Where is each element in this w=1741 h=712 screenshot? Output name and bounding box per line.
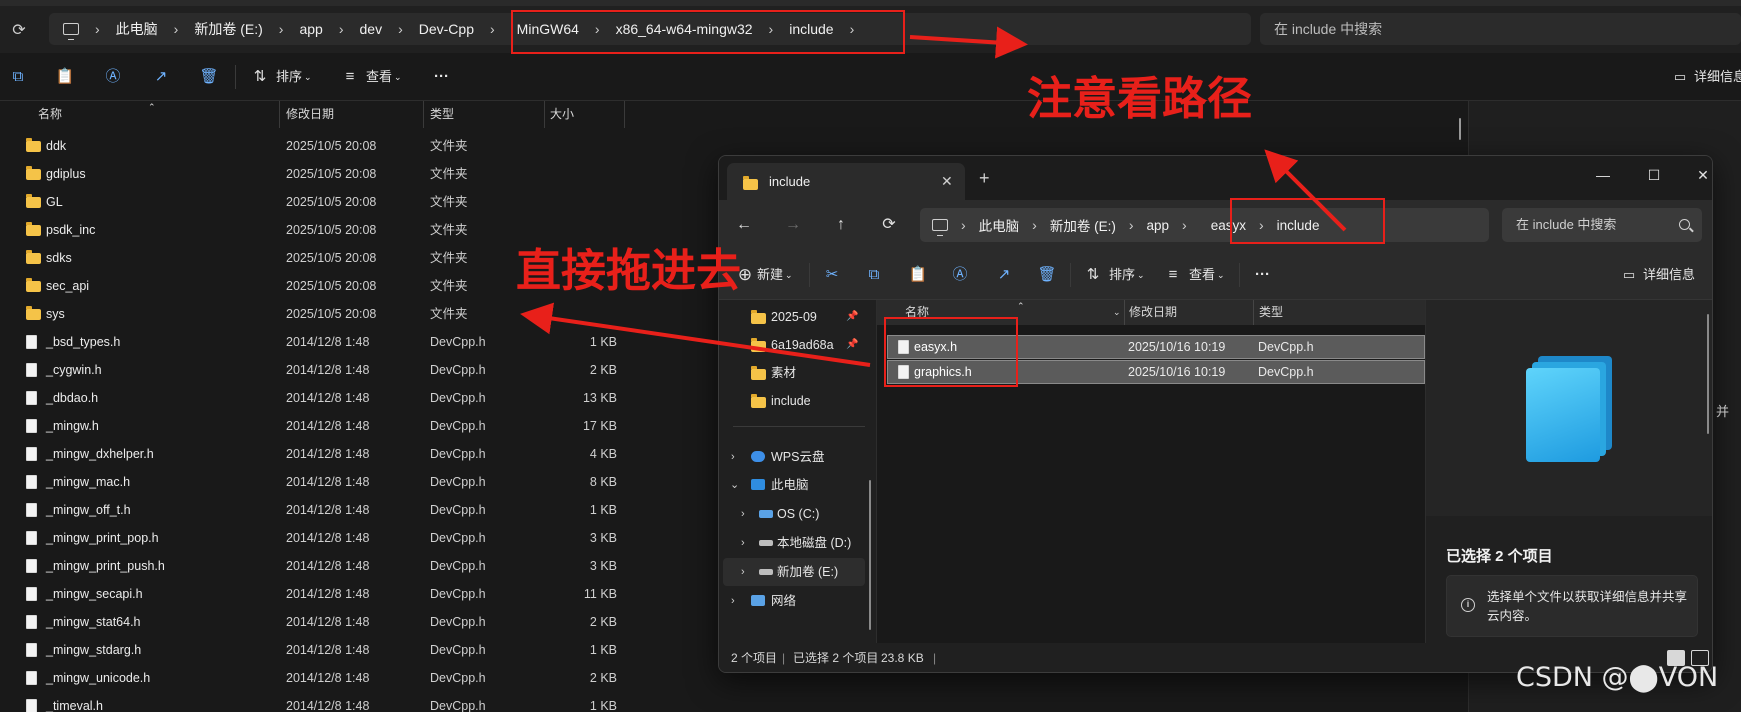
watermark: CSDN @⬤VON (1516, 662, 1719, 693)
arrow-from-new-path (1264, 149, 1347, 232)
arrow-drag-direction (520, 302, 871, 367)
annotation-arrows (520, 26, 1347, 367)
arrow-to-path-note (909, 26, 1028, 59)
